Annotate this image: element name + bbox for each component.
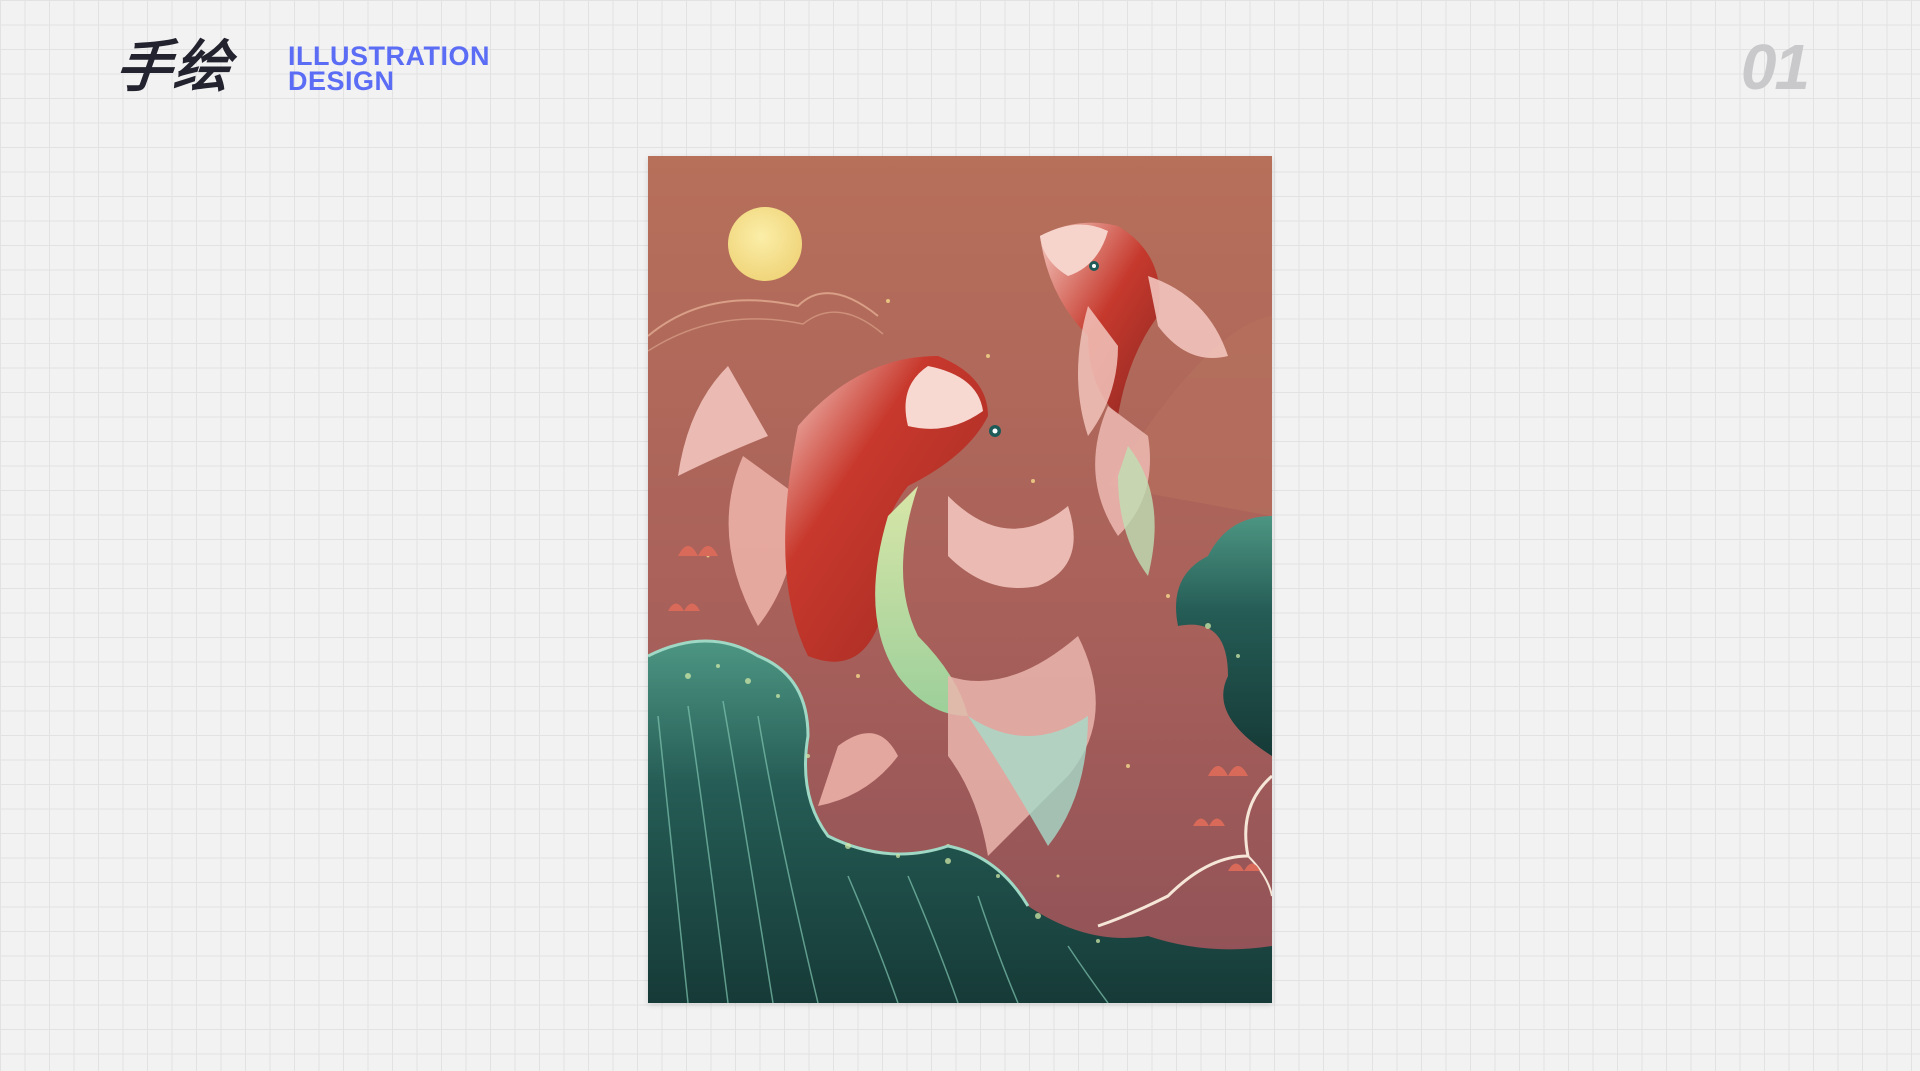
moon [728,207,802,281]
page-title: 手绘 [112,35,236,100]
subtitle-line-design: DESIGN [288,66,395,96]
page-subtitle: ILLUSTRATION DESIGN [288,43,490,96]
koi-illustration-image [648,156,1272,1003]
page-number: 01 [1740,31,1810,103]
koi-illustration-svg [648,156,1272,1003]
